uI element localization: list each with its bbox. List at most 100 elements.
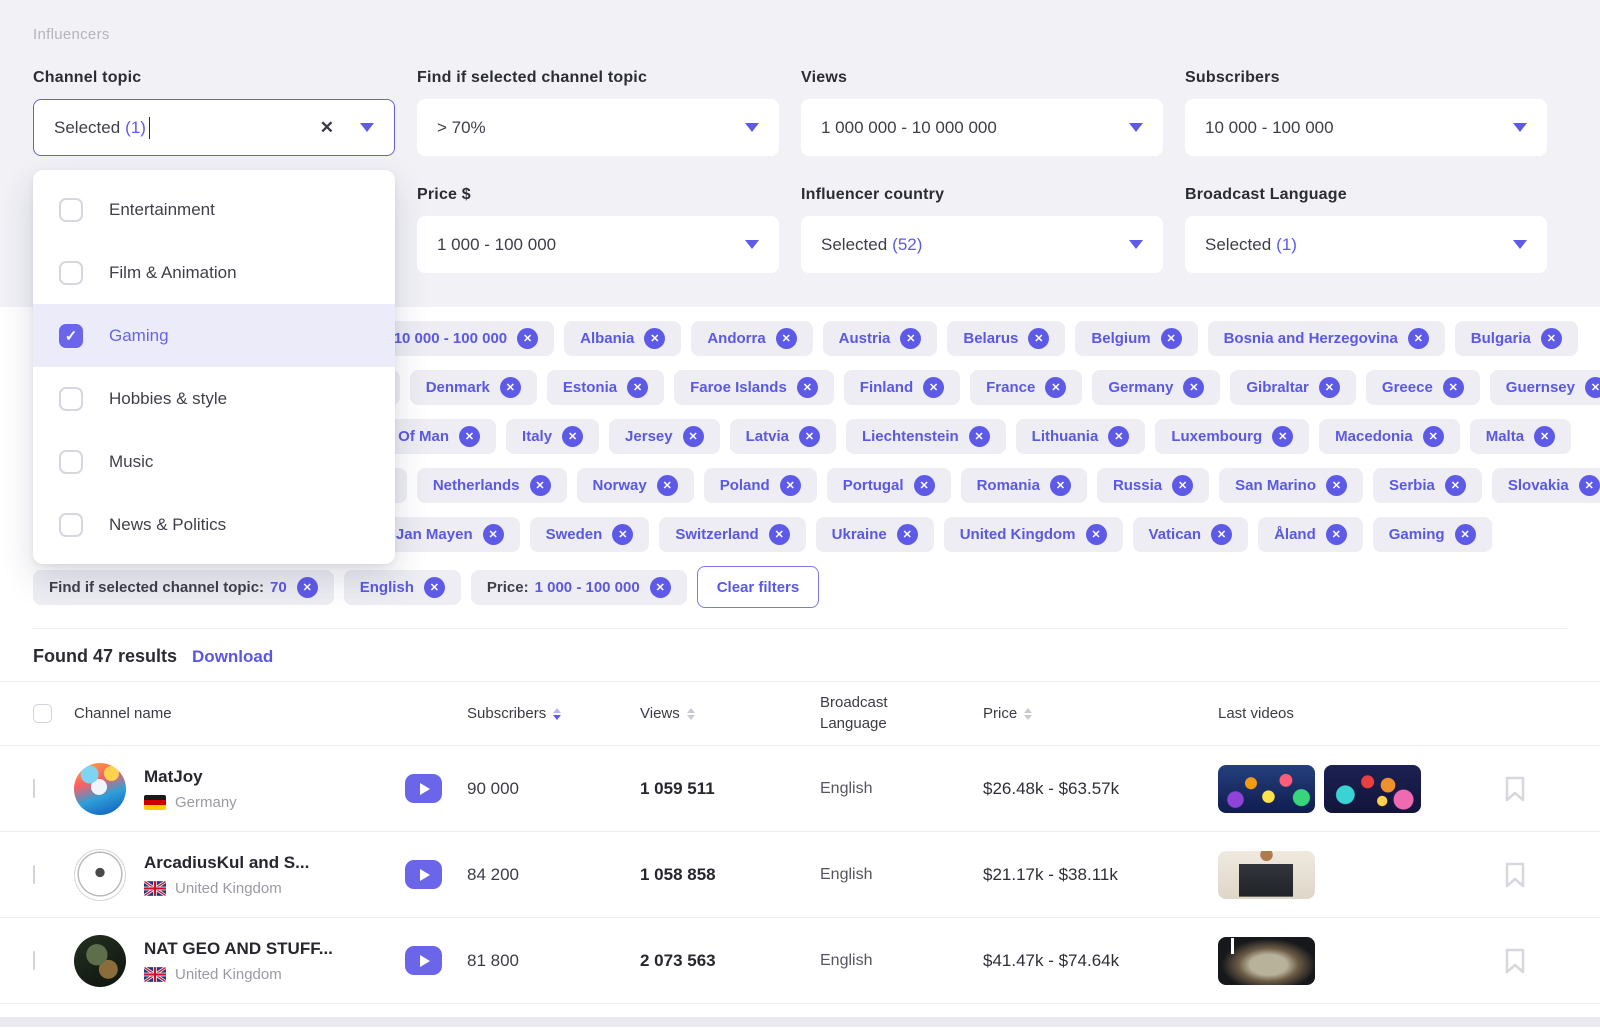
- filter-chip: Bulgaria ✕: [1455, 321, 1578, 356]
- clear-selection-icon[interactable]: ✕: [320, 118, 334, 138]
- chip-remove-icon[interactable]: ✕: [769, 524, 790, 545]
- chip-remove-icon[interactable]: ✕: [1326, 475, 1347, 496]
- row-checkbox[interactable]: [33, 865, 35, 884]
- chip-remove-icon[interactable]: ✕: [900, 328, 921, 349]
- youtube-play-button[interactable]: [405, 774, 442, 803]
- select-all-checkbox[interactable]: [33, 704, 52, 723]
- chip-remove-icon[interactable]: ✕: [1541, 328, 1562, 349]
- influencer-country-select[interactable]: Selected (52): [801, 216, 1163, 273]
- chip-remove-icon[interactable]: ✕: [612, 524, 633, 545]
- horizontal-scrollbar-track[interactable]: [0, 1017, 1600, 1027]
- row-checkbox[interactable]: [33, 951, 35, 970]
- dropdown-option[interactable]: Entertainment: [33, 178, 395, 241]
- option-checkbox[interactable]: [59, 198, 83, 222]
- chip-remove-icon[interactable]: ✕: [1108, 426, 1129, 447]
- option-checkbox[interactable]: [59, 387, 83, 411]
- row-checkbox[interactable]: [33, 779, 35, 798]
- chip-remove-icon[interactable]: ✕: [1045, 377, 1066, 398]
- chip-remove-icon[interactable]: ✕: [459, 426, 480, 447]
- chip-remove-icon[interactable]: ✕: [562, 426, 583, 447]
- dropdown-option[interactable]: Hobbies & style: [33, 367, 395, 430]
- chip-remove-icon[interactable]: ✕: [1050, 475, 1071, 496]
- chip-remove-icon[interactable]: ✕: [1579, 475, 1600, 496]
- chip-remove-icon[interactable]: ✕: [1443, 377, 1464, 398]
- chip-remove-icon[interactable]: ✕: [1445, 475, 1466, 496]
- video-thumbnail[interactable]: [1218, 765, 1315, 813]
- download-link[interactable]: Download: [192, 647, 273, 667]
- language-value: English: [820, 866, 983, 884]
- chevron-down-icon[interactable]: [360, 123, 374, 132]
- channel-avatar[interactable]: [74, 763, 126, 815]
- chip-remove-icon[interactable]: ✕: [1183, 377, 1204, 398]
- chip-remove-icon[interactable]: ✕: [799, 426, 820, 447]
- youtube-play-button[interactable]: [405, 860, 442, 889]
- broadcast-language-select[interactable]: Selected (1): [1185, 216, 1547, 273]
- filter-chip: Latvia ✕: [730, 419, 836, 454]
- bookmark-icon[interactable]: [1505, 862, 1567, 888]
- filter-chip: Åland ✕: [1258, 517, 1363, 552]
- dropdown-option[interactable]: Gaming: [33, 304, 395, 367]
- chip-remove-icon[interactable]: ✕: [914, 475, 935, 496]
- chip-remove-icon[interactable]: ✕: [530, 475, 551, 496]
- option-checkbox[interactable]: [59, 513, 83, 537]
- bookmark-icon[interactable]: [1505, 948, 1567, 974]
- chip-remove-icon[interactable]: ✕: [1272, 426, 1293, 447]
- chip-remove-icon[interactable]: ✕: [1211, 524, 1232, 545]
- chip-remove-icon[interactable]: ✕: [650, 577, 671, 598]
- chip-remove-icon[interactable]: ✕: [1161, 328, 1182, 349]
- find-topic-select[interactable]: > 70%: [417, 99, 779, 156]
- filter-chip: Jersey ✕: [609, 419, 720, 454]
- chip-remove-icon[interactable]: ✕: [424, 577, 445, 598]
- chip-remove-icon[interactable]: ✕: [297, 577, 318, 598]
- chip-remove-icon[interactable]: ✕: [1172, 475, 1193, 496]
- chip-remove-icon[interactable]: ✕: [627, 377, 648, 398]
- youtube-play-button[interactable]: [405, 946, 442, 975]
- chip-remove-icon[interactable]: ✕: [644, 328, 665, 349]
- option-checkbox[interactable]: [59, 261, 83, 285]
- chip-remove-icon[interactable]: ✕: [1534, 426, 1555, 447]
- clear-filters-button[interactable]: Clear filters: [697, 566, 820, 608]
- chip-remove-icon[interactable]: ✕: [780, 475, 801, 496]
- chip-remove-icon[interactable]: ✕: [517, 328, 538, 349]
- dropdown-option[interactable]: Film & Animation: [33, 241, 395, 304]
- sort-subscribers[interactable]: [553, 708, 561, 720]
- channel-avatar[interactable]: [74, 935, 126, 987]
- chip-remove-icon[interactable]: ✕: [969, 426, 990, 447]
- views-select[interactable]: 1 000 000 - 10 000 000: [801, 99, 1163, 156]
- dropdown-option[interactable]: News & Politics: [33, 493, 395, 556]
- subscribers-select[interactable]: 10 000 - 100 000: [1185, 99, 1547, 156]
- chip-remove-icon[interactable]: ✕: [683, 426, 704, 447]
- chip-remove-icon[interactable]: ✕: [897, 524, 918, 545]
- sort-price[interactable]: [1024, 708, 1032, 720]
- price-select[interactable]: 1 000 - 100 000: [417, 216, 779, 273]
- channel-name[interactable]: ArcadiusKul and S...: [144, 853, 309, 873]
- chip-remove-icon[interactable]: ✕: [1585, 377, 1600, 398]
- channel-topic-select[interactable]: Selected (1) ✕: [33, 99, 395, 156]
- channel-name[interactable]: NAT GEO AND STUFF...: [144, 939, 333, 959]
- chip-remove-icon[interactable]: ✕: [1319, 377, 1340, 398]
- chip-remove-icon[interactable]: ✕: [1086, 524, 1107, 545]
- channel-avatar[interactable]: [74, 849, 126, 901]
- chip-remove-icon[interactable]: ✕: [776, 328, 797, 349]
- chip-remove-icon[interactable]: ✕: [1408, 328, 1429, 349]
- chip-remove-icon[interactable]: ✕: [657, 475, 678, 496]
- dropdown-option[interactable]: Music: [33, 430, 395, 493]
- chip-remove-icon[interactable]: ✕: [500, 377, 521, 398]
- option-checkbox[interactable]: [59, 450, 83, 474]
- chip-remove-icon[interactable]: ✕: [1326, 524, 1347, 545]
- option-label: News & Politics: [109, 515, 226, 535]
- chip-remove-icon[interactable]: ✕: [1423, 426, 1444, 447]
- option-checkbox[interactable]: [59, 324, 83, 348]
- video-thumbnail[interactable]: [1218, 851, 1315, 899]
- chip-remove-icon[interactable]: ✕: [923, 377, 944, 398]
- video-thumbnail[interactable]: [1218, 937, 1315, 985]
- chip-remove-icon[interactable]: ✕: [797, 377, 818, 398]
- influencer-country-label: Influencer country: [801, 186, 1163, 204]
- chip-remove-icon[interactable]: ✕: [483, 524, 504, 545]
- chip-remove-icon[interactable]: ✕: [1455, 524, 1476, 545]
- chip-remove-icon[interactable]: ✕: [1028, 328, 1049, 349]
- sort-views[interactable]: [687, 708, 695, 720]
- video-thumbnail[interactable]: [1324, 765, 1421, 813]
- channel-name[interactable]: MatJoy: [144, 767, 237, 787]
- bookmark-icon[interactable]: [1505, 776, 1567, 802]
